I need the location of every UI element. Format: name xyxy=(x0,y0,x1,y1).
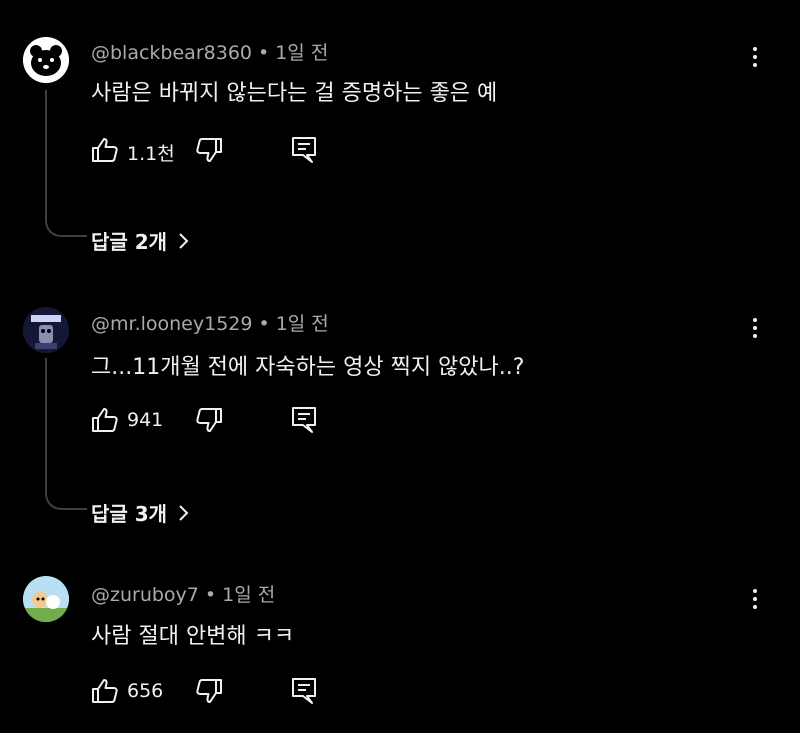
avatar[interactable] xyxy=(23,37,69,83)
like-button[interactable] xyxy=(91,137,119,163)
meta-separator: • xyxy=(258,42,270,64)
more-icon-dot xyxy=(753,326,757,330)
bear-avatar-icon xyxy=(23,37,69,83)
reply-icon xyxy=(292,678,316,704)
character-avatar-icon xyxy=(23,307,69,353)
more-options-button[interactable] xyxy=(745,42,765,72)
dislike-icon xyxy=(196,408,222,432)
comment-meta: @blackbear8360 • 1일 전 xyxy=(91,38,328,65)
comment-meta: @mr.looney1529 • 1일 전 xyxy=(91,309,329,336)
like-count: 656 xyxy=(127,680,164,702)
more-icon-dot xyxy=(753,605,757,609)
dislike-icon xyxy=(196,138,222,162)
avatar[interactable] xyxy=(23,576,69,622)
more-icon-dot xyxy=(753,55,757,59)
chevron-right-icon xyxy=(179,504,189,521)
reply-icon xyxy=(292,137,316,163)
comment-text: 사람 절대 안변해 ㅋㅋ xyxy=(91,624,295,649)
reply-button[interactable] xyxy=(291,406,317,434)
reply-icon xyxy=(292,407,316,433)
dislike-button[interactable] xyxy=(195,137,223,163)
timestamp: 1일 전 xyxy=(222,584,276,606)
timestamp: 1일 전 xyxy=(275,42,329,64)
like-button[interactable] xyxy=(91,678,119,704)
timestamp: 1일 전 xyxy=(275,313,329,335)
meta-separator: • xyxy=(204,584,217,606)
author-name[interactable]: @blackbear8360 xyxy=(91,42,252,64)
thread-line xyxy=(45,358,87,510)
like-button[interactable] xyxy=(91,407,119,433)
cartoon-avatar-icon xyxy=(23,576,69,622)
like-icon xyxy=(92,408,118,432)
more-options-button[interactable] xyxy=(745,584,765,614)
comment-meta: @zuruboy7 • 1일 전 xyxy=(91,580,275,607)
like-count: 1.1천 xyxy=(127,143,175,165)
comment-text: 그...11개월 전에 자숙하는 영상 찍지 않았나..? xyxy=(91,355,525,380)
more-icon-dot xyxy=(753,597,757,601)
more-icon-dot xyxy=(753,334,757,338)
more-icon-dot xyxy=(753,47,757,51)
like-icon xyxy=(92,679,118,703)
reply-button[interactable] xyxy=(291,677,317,705)
like-icon xyxy=(92,138,118,162)
chevron-right-icon xyxy=(179,232,189,249)
replies-label: 답글 3개 xyxy=(91,502,168,526)
more-options-button[interactable] xyxy=(745,313,765,343)
avatar[interactable] xyxy=(23,307,69,353)
author-name[interactable]: @zuruboy7 xyxy=(91,584,199,606)
dislike-icon xyxy=(196,679,222,703)
more-icon-dot xyxy=(753,318,757,322)
more-icon-dot xyxy=(753,589,757,593)
dislike-button[interactable] xyxy=(195,678,223,704)
view-replies-button[interactable]: 답글 3개 xyxy=(91,498,189,527)
author-name[interactable]: @mr.looney1529 xyxy=(91,313,252,335)
replies-label: 답글 2개 xyxy=(91,230,168,254)
view-replies-button[interactable]: 답글 2개 xyxy=(91,226,189,255)
more-icon-dot xyxy=(753,63,757,67)
comment-text: 사람은 바뀌지 않는다는 걸 증명하는 좋은 예 xyxy=(91,81,498,106)
dislike-button[interactable] xyxy=(195,407,223,433)
meta-separator: • xyxy=(258,313,270,335)
reply-button[interactable] xyxy=(291,136,317,164)
thread-line xyxy=(45,90,87,237)
like-count: 941 xyxy=(127,409,164,431)
